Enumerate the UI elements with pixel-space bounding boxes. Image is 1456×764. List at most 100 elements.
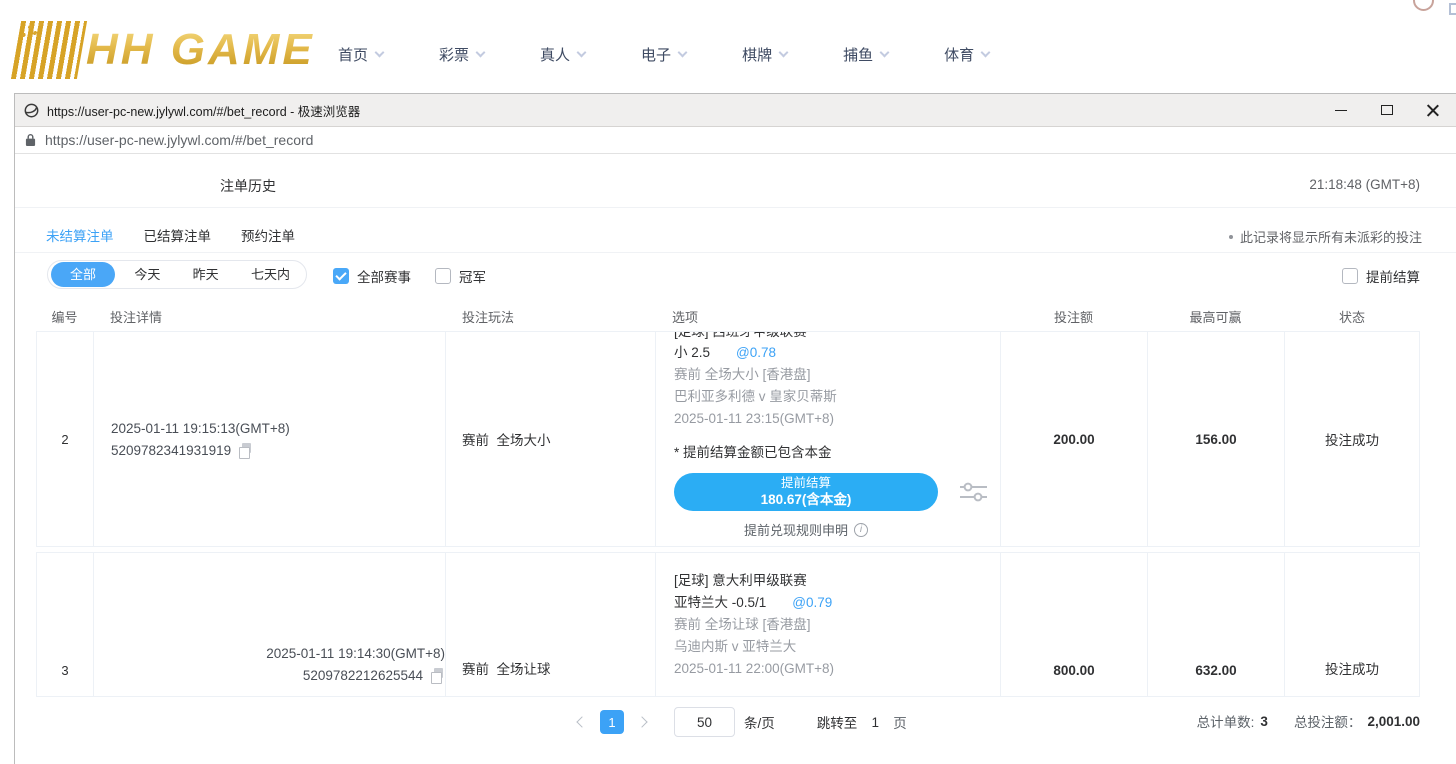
prev-page-icon[interactable] bbox=[576, 716, 587, 727]
early-cashout-rules-text: 提前兑现规则申明 bbox=[744, 520, 848, 539]
early-settle-checkbox[interactable]: 提前结算 bbox=[1342, 266, 1420, 286]
option-cell: [足球] 西班牙甲级联赛 小 2.5@0.78 赛前 全场大小 [香港盘] 巴利… bbox=[656, 332, 1001, 546]
all-events-label: 全部赛事 bbox=[357, 266, 411, 286]
maximize-button[interactable] bbox=[1364, 94, 1410, 127]
nav-item-fishing[interactable]: 捕鱼 bbox=[843, 44, 888, 65]
date-filter-today[interactable]: 今天 bbox=[121, 263, 173, 286]
tab-unsettled[interactable]: 未结算注单 bbox=[46, 225, 114, 245]
bet-time: 2025-01-11 19:15:13(GMT+8) bbox=[111, 421, 445, 436]
divider bbox=[15, 207, 1456, 208]
screen: HH GAME 首页 彩票 真人 电子 棋牌 捕鱼 体育 https://use… bbox=[0, 0, 1456, 764]
url-bar[interactable]: https://user-pc-new.jylywl.com/#/bet_rec… bbox=[15, 127, 1456, 154]
checkbox-unchecked-icon[interactable] bbox=[435, 268, 451, 284]
option-selection: 小 2.5 bbox=[674, 345, 710, 360]
bet-amount: 200.00 bbox=[1001, 332, 1148, 546]
minimize-button[interactable] bbox=[1318, 94, 1364, 127]
option-selection-line: 亚特兰大 -0.5/1 @0.79 bbox=[674, 592, 1000, 614]
option-odds: @0.78 bbox=[736, 345, 776, 360]
copy-icon[interactable] bbox=[238, 443, 253, 458]
header-amount: 投注额 bbox=[1000, 307, 1147, 326]
pagination: 1 条/页 跳转至 页 bbox=[578, 705, 907, 739]
option-odds: @0.79 bbox=[792, 595, 832, 610]
play-cell: 赛前 全场让球 bbox=[446, 553, 656, 696]
totals-summary: 总计单数: 3 总投注额： 2,001.00 bbox=[1197, 711, 1420, 731]
option-selection-line: 小 2.5 @0.78 bbox=[674, 342, 1000, 364]
divider bbox=[15, 252, 1456, 253]
total-count-value: 3 bbox=[1260, 714, 1268, 729]
table-row: 3 2025-01-11 19:14:30(GMT+8) 52097822126… bbox=[36, 552, 1420, 697]
bet-number-line: 5209782341931919 bbox=[111, 443, 445, 458]
option-time: 2025-01-11 22:00(GMT+8) bbox=[674, 658, 1000, 680]
tab-reserved[interactable]: 预约注单 bbox=[241, 225, 295, 245]
info-icon[interactable] bbox=[854, 523, 868, 537]
close-button[interactable] bbox=[1410, 94, 1456, 127]
header-play: 投注玩法 bbox=[445, 307, 655, 326]
checkbox-unchecked-icon[interactable] bbox=[1342, 268, 1358, 284]
page-number-button[interactable]: 1 bbox=[600, 710, 624, 734]
bet-detail-cell: 2025-01-11 19:15:13(GMT+8) 5209782341931… bbox=[94, 332, 446, 546]
status-badge: 投注成功 bbox=[1285, 332, 1419, 546]
nav-item-home[interactable]: 首页 bbox=[338, 44, 383, 65]
nav-item-slots[interactable]: 电子 bbox=[641, 44, 686, 65]
maximize-icon bbox=[1381, 105, 1393, 115]
window-titlebar[interactable]: https://user-pc-new.jylywl.com/#/bet_rec… bbox=[15, 94, 1456, 127]
chevron-down-icon bbox=[577, 48, 587, 58]
jump-page-input[interactable] bbox=[857, 715, 893, 730]
nav-item-live[interactable]: 真人 bbox=[540, 44, 585, 65]
logo-stripes-icon bbox=[11, 21, 87, 79]
page-content: 注单历史 21:18:48 (GMT+8) 未结算注单 已结算注单 预约注单 此… bbox=[15, 155, 1456, 764]
champion-checkbox[interactable]: 冠军 bbox=[435, 266, 486, 286]
checkbox-checked-icon[interactable] bbox=[333, 268, 349, 284]
nav-item-cards[interactable]: 棋牌 bbox=[742, 44, 787, 65]
bet-amount: 800.00 bbox=[1001, 553, 1148, 696]
clipped-frame-icon bbox=[1449, 3, 1456, 15]
copy-icon[interactable] bbox=[430, 668, 445, 683]
play-cell: 赛前 全场大小 bbox=[446, 332, 656, 546]
date-filter: 全部 今天 昨天 七天内 bbox=[47, 260, 307, 289]
site-header: HH GAME 首页 彩票 真人 电子 棋牌 捕鱼 体育 bbox=[0, 0, 1456, 92]
minimize-icon bbox=[1335, 110, 1347, 111]
early-settle-button[interactable]: 提前结算 180.67(含本金) bbox=[674, 473, 938, 511]
table-row: 2 2025-01-11 19:15:13(GMT+8) 52097823419… bbox=[36, 332, 1420, 547]
option-league: [足球] 意大利甲级联赛 bbox=[674, 570, 1000, 592]
nav-label: 彩票 bbox=[439, 44, 469, 65]
url-text[interactable]: https://user-pc-new.jylywl.com/#/bet_rec… bbox=[45, 132, 313, 148]
header-option: 选项 bbox=[655, 307, 1000, 326]
all-events-checkbox[interactable]: 全部赛事 bbox=[333, 266, 411, 286]
jump-to-label: 跳转至 bbox=[817, 712, 858, 732]
record-note: 此记录将显示所有未派彩的投注 bbox=[1229, 227, 1422, 246]
chevron-down-icon bbox=[981, 48, 991, 58]
record-note-text: 此记录将显示所有未派彩的投注 bbox=[1240, 227, 1422, 246]
clipped-avatar-icon bbox=[1413, 0, 1434, 11]
globe-icon bbox=[24, 103, 39, 118]
nav-label: 棋牌 bbox=[742, 44, 772, 65]
date-filter-all[interactable]: 全部 bbox=[51, 262, 115, 287]
next-page-icon[interactable] bbox=[636, 716, 647, 727]
option-league: [足球] 西班牙甲级联赛 bbox=[674, 332, 1000, 342]
nav-label: 首页 bbox=[338, 44, 368, 65]
nav-item-sports[interactable]: 体育 bbox=[944, 44, 989, 65]
site-logo[interactable]: HH GAME bbox=[16, 20, 315, 80]
early-settle-button-amount: 180.67(含本金) bbox=[761, 491, 852, 509]
lock-icon bbox=[25, 133, 36, 147]
tab-settled[interactable]: 已结算注单 bbox=[144, 225, 212, 245]
total-amount-label: 总投注额： bbox=[1294, 711, 1362, 731]
early-settle-note: * 提前结算金额已包含本金 bbox=[674, 443, 1000, 463]
early-settle-line: 提前结算 180.67(含本金) bbox=[674, 473, 1000, 511]
bet-number: 5209782341931919 bbox=[111, 443, 231, 458]
option-market: 赛前 全场让球 [香港盘] bbox=[674, 614, 1000, 636]
champion-label: 冠军 bbox=[459, 266, 486, 286]
bet-number: 5209782212625544 bbox=[303, 668, 423, 683]
date-filter-7days[interactable]: 七天内 bbox=[238, 263, 303, 286]
nav-label: 电子 bbox=[641, 44, 671, 65]
sliders-icon[interactable] bbox=[960, 481, 987, 503]
page-size-input[interactable] bbox=[674, 707, 735, 737]
option-selection: 亚特兰大 -0.5/1 bbox=[674, 595, 766, 610]
option-time: 2025-01-11 23:15(GMT+8) bbox=[674, 408, 1000, 430]
header-maxwin: 最高可赢 bbox=[1147, 307, 1284, 326]
early-cashout-rules-link[interactable]: 提前兑现规则申明 bbox=[674, 520, 938, 539]
option-cell: [足球] 意大利甲级联赛 亚特兰大 -0.5/1 @0.79 赛前 全场让球 [香… bbox=[656, 553, 1001, 696]
logo-text: HH GAME bbox=[86, 25, 315, 75]
nav-item-lottery[interactable]: 彩票 bbox=[439, 44, 484, 65]
date-filter-yesterday[interactable]: 昨天 bbox=[180, 263, 232, 286]
